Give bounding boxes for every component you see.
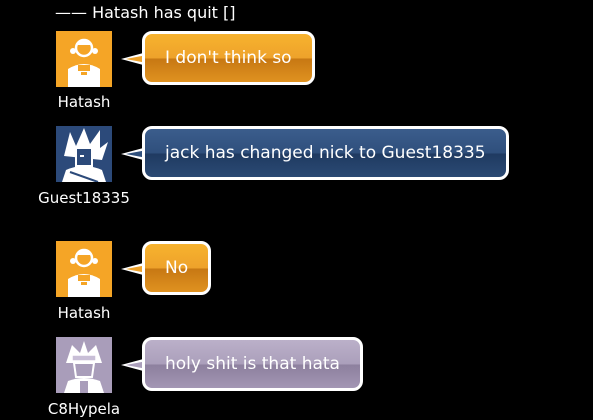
message-bubble: I don't think so bbox=[142, 31, 315, 85]
nickname[interactable]: Hatash bbox=[36, 93, 132, 111]
system-quit-message: —— Hatash has quit [] bbox=[55, 3, 236, 22]
message-bubble: No bbox=[142, 241, 212, 295]
message-bubble: jack has changed nick to Guest18335 bbox=[142, 126, 509, 180]
orange-girl-avatar-icon[interactable] bbox=[56, 241, 112, 297]
message-bubble: holy shit is that hata bbox=[142, 337, 363, 391]
orange-girl-avatar-icon[interactable] bbox=[56, 31, 112, 87]
spiky-hair-avatar-icon[interactable] bbox=[56, 126, 112, 182]
nickname[interactable]: C8Hypela bbox=[36, 400, 132, 418]
lilac-ninja-avatar-icon[interactable] bbox=[56, 337, 112, 393]
nickname[interactable]: Guest18335 bbox=[36, 189, 132, 207]
nickname[interactable]: Hatash bbox=[36, 304, 132, 322]
